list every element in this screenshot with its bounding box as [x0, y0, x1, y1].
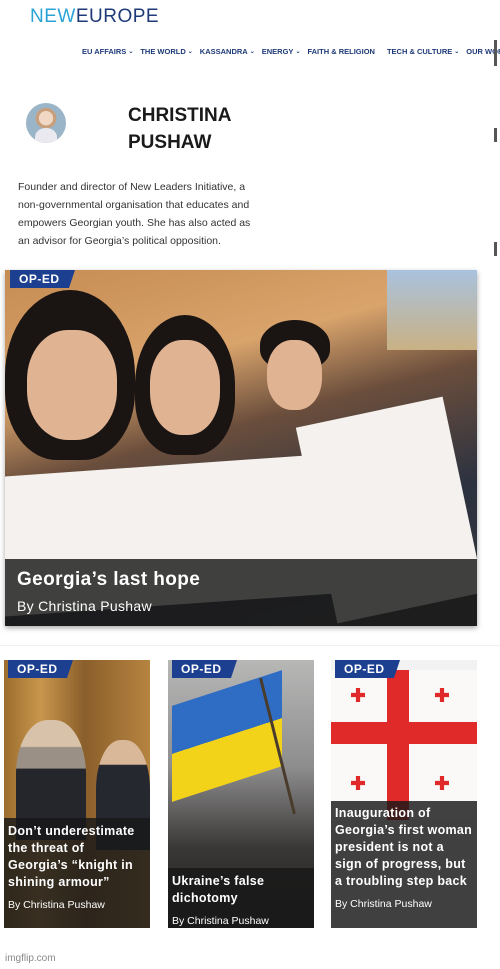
article-title[interactable]: Georgia’s last hope [17, 569, 465, 591]
nav-energy[interactable]: ENERGY ⌄ [262, 47, 301, 56]
logo-europe: EUROPE [75, 6, 160, 27]
chevron-down-icon: ⌄ [454, 49, 460, 55]
category-badge[interactable]: OP-ED [8, 660, 72, 678]
main-nav: EU AFFAIRS ⌄ THE WORLD ⌄ KASSANDRA ⌄ ENERGY… [82, 47, 500, 56]
scrollbar-marker[interactable] [494, 242, 497, 256]
article-byline[interactable]: By Christina Pushaw [335, 898, 473, 910]
article-byline[interactable]: By Christina Pushaw [17, 598, 465, 614]
nav-kassandra[interactable]: KASSANDRA ⌄ [200, 47, 255, 56]
article-byline[interactable]: By Christina Pushaw [172, 915, 310, 927]
chevron-down-icon: ⌄ [187, 49, 193, 55]
category-badge[interactable]: OP-ED [172, 660, 236, 678]
article-title[interactable]: Don’t underestimate the threat of Georgi… [8, 823, 146, 891]
nav-label: FAITH & RELIGION [307, 47, 375, 56]
author-name: CHRISTINA PUSHAW [128, 105, 231, 153]
article-title[interactable]: Ukraine’s false dichotomy [172, 873, 310, 907]
watermark: imgflip.com [5, 953, 56, 964]
scrollbar-marker[interactable] [494, 128, 497, 142]
chevron-down-icon: ⌄ [295, 49, 301, 55]
article-caption: Inauguration of Georgia’s first woman pr… [331, 801, 477, 928]
article-caption: Don’t underestimate the threat of Georgi… [4, 818, 150, 928]
author-avatar [26, 103, 66, 143]
article-card[interactable]: OP-ED Don’t underestimate the threat of … [4, 660, 150, 928]
nav-the-world[interactable]: THE WORLD ⌄ [140, 47, 192, 56]
nav-label: EU AFFAIRS [82, 47, 127, 56]
article-caption: Ukraine’s false dichotomy By Christina P… [168, 868, 314, 928]
article-card[interactable]: OP-ED Inauguration of Georgia’s first wo… [331, 660, 477, 928]
article-byline[interactable]: By Christina Pushaw [8, 899, 146, 911]
scrollbar-marker[interactable] [494, 40, 497, 66]
nav-label: TECH & CULTURE [386, 47, 453, 56]
featured-article-card[interactable]: OP-ED Georgia’s last hope By Christina P… [5, 270, 477, 626]
site-logo[interactable]: NEWEUROPE [30, 6, 159, 28]
nav-label: ENERGY [261, 47, 294, 56]
category-badge[interactable]: OP-ED [10, 270, 74, 288]
chevron-down-icon: ⌄ [128, 49, 134, 55]
author-bio: Founder and director of New Leaders Init… [18, 181, 251, 247]
nav-faith-religion[interactable]: FAITH & RELIGION [307, 47, 375, 56]
category-badge[interactable]: OP-ED [335, 660, 399, 678]
article-caption: Georgia’s last hope By Christina Pushaw [5, 559, 477, 626]
nav-tech-culture[interactable]: TECH & CULTURE ⌄ [387, 47, 459, 56]
nav-eu-affairs[interactable]: EU AFFAIRS ⌄ [82, 47, 133, 56]
logo-new: NEW [30, 6, 76, 27]
divider [0, 645, 500, 646]
nav-label: KASSANDRA [199, 47, 248, 56]
article-title[interactable]: Inauguration of Georgia’s first woman pr… [335, 805, 473, 890]
article-card[interactable]: OP-ED Ukraine’s false dichotomy By Chris… [168, 660, 314, 928]
chevron-down-icon: ⌄ [249, 49, 255, 55]
nav-label: THE WORLD [140, 47, 186, 56]
